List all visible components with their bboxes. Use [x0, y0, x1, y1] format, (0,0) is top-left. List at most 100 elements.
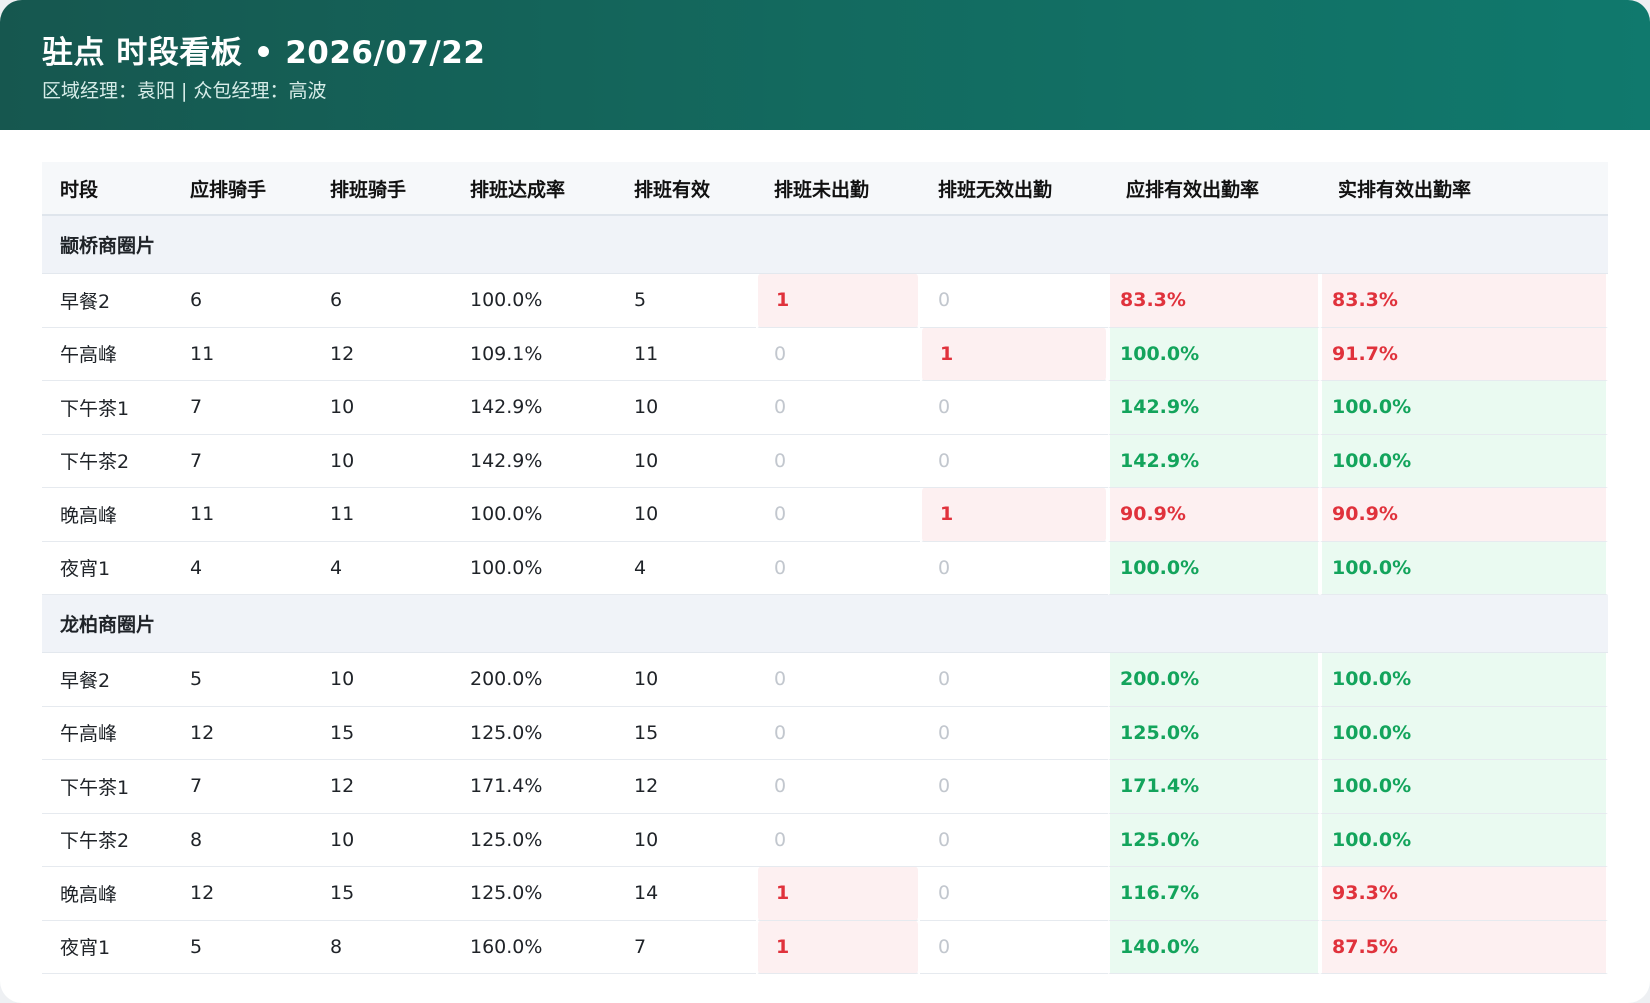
- cell-fill-rate: 200.0%: [452, 653, 616, 707]
- cell-required: 6: [172, 274, 312, 328]
- cell-slot: 午高峰: [42, 707, 172, 760]
- cell-fill-rate: 109.1%: [452, 328, 616, 381]
- table-row[interactable]: 午高峰 11 12 109.1% 11 0 1 100.0% 91.7%: [42, 327, 1608, 381]
- table-row[interactable]: 晚高峰 11 11 100.0% 10 0 1 90.9% 90.9%: [42, 488, 1608, 542]
- table-container: 时段 应排骑手 排班骑手 排班达成率 排班有效 排班未出勤 排班无效出勤 应排有…: [42, 162, 1608, 974]
- table-header-row: 时段 应排骑手 排班骑手 排班达成率 排班有效 排班未出勤 排班无效出勤 应排有…: [42, 162, 1608, 216]
- table-row[interactable]: 早餐2 5 10 200.0% 10 0 0 200.0% 100.0%: [42, 653, 1608, 707]
- table-row[interactable]: 午高峰 12 15 125.0% 15 0 0 125.0% 100.0%: [42, 706, 1608, 760]
- cell-absent: 1: [756, 274, 920, 328]
- cell-act-rate: 100.0%: [1320, 706, 1608, 760]
- cell-slot: 晚高峰: [42, 488, 172, 542]
- cell-slot: 下午茶2: [42, 814, 172, 867]
- cell-valid: 10: [616, 488, 756, 542]
- col-header-act-rate[interactable]: 实排有效出勤率: [1320, 162, 1608, 216]
- cell-absent: 0: [756, 542, 920, 595]
- col-header-slot[interactable]: 时段: [42, 162, 172, 216]
- shift-table: 时段 应排骑手 排班骑手 排班达成率 排班有效 排班未出勤 排班无效出勤 应排有…: [42, 162, 1608, 974]
- table-row[interactable]: 早餐2 6 6 100.0% 5 1 0 83.3% 83.3%: [42, 274, 1608, 328]
- table-row[interactable]: 下午茶1 7 10 142.9% 10 0 0 142.9% 100.0%: [42, 381, 1608, 435]
- cell-scheduled: 11: [312, 488, 452, 542]
- cell-valid: 10: [616, 653, 756, 707]
- cell-slot: 夜宵1: [42, 542, 172, 595]
- cell-act-rate: 87.5%: [1320, 920, 1608, 974]
- cell-scheduled: 8: [312, 921, 452, 974]
- cell-fill-rate: 171.4%: [452, 760, 616, 814]
- cell-valid: 4: [616, 542, 756, 595]
- col-header-scheduled[interactable]: 排班骑手: [312, 162, 452, 216]
- cell-invalid: 1: [920, 327, 1108, 381]
- table-row[interactable]: 下午茶1 7 12 171.4% 12 0 0 171.4% 100.0%: [42, 760, 1608, 814]
- cell-slot: 下午茶2: [42, 435, 172, 488]
- cell-invalid: 0: [920, 653, 1108, 707]
- cell-valid: 7: [616, 921, 756, 974]
- cell-fill-rate: 100.0%: [452, 274, 616, 328]
- col-header-req-rate[interactable]: 应排有效出勤率: [1108, 162, 1320, 216]
- cell-req-rate: 140.0%: [1108, 920, 1320, 974]
- cell-required: 11: [172, 328, 312, 381]
- cell-absent: 0: [756, 435, 920, 488]
- cell-invalid: 0: [920, 814, 1108, 867]
- table-row[interactable]: 夜宵1 5 8 160.0% 7 1 0 140.0% 87.5%: [42, 920, 1608, 974]
- cell-valid: 15: [616, 707, 756, 760]
- cell-scheduled: 12: [312, 328, 452, 381]
- cell-scheduled: 15: [312, 867, 452, 921]
- cell-invalid: 0: [920, 435, 1108, 488]
- cell-req-rate: 100.0%: [1108, 541, 1320, 595]
- col-header-invalid[interactable]: 排班无效出勤: [920, 162, 1108, 216]
- page-subtitle: 区域经理：袁阳 | 众包经理：高波: [42, 80, 327, 102]
- table-row[interactable]: 晚高峰 12 15 125.0% 14 1 0 116.7% 93.3%: [42, 867, 1608, 921]
- cell-fill-rate: 160.0%: [452, 921, 616, 974]
- page-title: 驻点 时段看板 • 2026/07/22: [42, 35, 486, 71]
- cell-req-rate: 125.0%: [1108, 706, 1320, 760]
- cell-act-rate: 90.9%: [1320, 488, 1608, 542]
- table-body: 颛桥商圈片 早餐2 6 6 100.0% 5 1 0 83.3% 83.3% 午高峰 11 12 109.…: [42, 216, 1608, 974]
- cell-required: 5: [172, 653, 312, 707]
- cell-required: 12: [172, 867, 312, 921]
- cell-req-rate: 142.9%: [1108, 381, 1320, 435]
- col-header-absent[interactable]: 排班未出勤: [756, 162, 920, 216]
- cell-scheduled: 10: [312, 435, 452, 488]
- table-row[interactable]: 下午茶2 7 10 142.9% 10 0 0 142.9% 100.0%: [42, 434, 1608, 488]
- cell-act-rate: 91.7%: [1320, 327, 1608, 381]
- cell-req-rate: 90.9%: [1108, 488, 1320, 542]
- cell-fill-rate: 142.9%: [452, 435, 616, 488]
- cell-absent: 0: [756, 488, 920, 542]
- col-header-required[interactable]: 应排骑手: [172, 162, 312, 216]
- cell-absent: 0: [756, 814, 920, 867]
- cell-invalid: 1: [920, 488, 1108, 542]
- cell-act-rate: 100.0%: [1320, 760, 1608, 814]
- table-row[interactable]: 夜宵1 4 4 100.0% 4 0 0 100.0% 100.0%: [42, 541, 1608, 595]
- cell-required: 4: [172, 542, 312, 595]
- group-row[interactable]: 龙柏商圈片: [42, 595, 1608, 653]
- cell-valid: 10: [616, 814, 756, 867]
- cell-absent: 0: [756, 653, 920, 707]
- cell-absent: 0: [756, 760, 920, 814]
- cell-absent: 0: [756, 707, 920, 760]
- cell-fill-rate: 125.0%: [452, 867, 616, 921]
- cell-valid: 12: [616, 760, 756, 814]
- cell-scheduled: 6: [312, 274, 452, 328]
- cell-valid: 10: [616, 435, 756, 488]
- cell-required: 5: [172, 921, 312, 974]
- group-row[interactable]: 颛桥商圈片: [42, 216, 1608, 274]
- cell-absent: 0: [756, 381, 920, 435]
- col-header-valid[interactable]: 排班有效: [616, 162, 756, 216]
- cell-fill-rate: 100.0%: [452, 488, 616, 542]
- table-row[interactable]: 下午茶2 8 10 125.0% 10 0 0 125.0% 100.0%: [42, 813, 1608, 867]
- cell-valid: 5: [616, 274, 756, 328]
- cell-fill-rate: 100.0%: [452, 542, 616, 595]
- cell-scheduled: 12: [312, 760, 452, 814]
- cell-scheduled: 10: [312, 653, 452, 707]
- cell-act-rate: 100.0%: [1320, 381, 1608, 435]
- cell-fill-rate: 142.9%: [452, 381, 616, 435]
- cell-invalid: 0: [920, 274, 1108, 328]
- cell-required: 11: [172, 488, 312, 542]
- cell-slot: 晚高峰: [42, 867, 172, 921]
- cell-valid: 11: [616, 328, 756, 381]
- cell-fill-rate: 125.0%: [452, 707, 616, 760]
- header-banner: 驻点 时段看板 • 2026/07/22 区域经理：袁阳 | 众包经理：高波: [0, 0, 1650, 130]
- cell-scheduled: 10: [312, 814, 452, 867]
- col-header-fill-rate[interactable]: 排班达成率: [452, 162, 616, 216]
- cell-req-rate: 171.4%: [1108, 760, 1320, 814]
